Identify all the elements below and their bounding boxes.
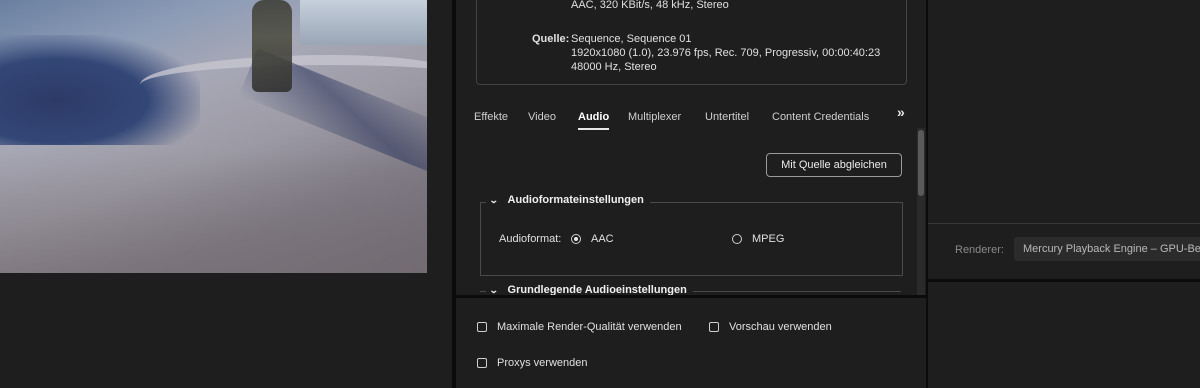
radio-mpeg[interactable] bbox=[732, 234, 742, 244]
tab-video[interactable]: Video bbox=[528, 111, 556, 128]
tab-audio[interactable]: Audio bbox=[578, 111, 610, 130]
renderer-label: Renderer: bbox=[955, 244, 1004, 256]
match-source-button[interactable]: Mit Quelle abgleichen bbox=[766, 153, 902, 177]
right-panel-separator bbox=[928, 279, 1200, 282]
radio-aac-label[interactable]: AAC bbox=[591, 233, 614, 245]
chevron-down-icon[interactable]: ⌄ bbox=[489, 285, 499, 296]
audio-format-section-header[interactable]: ⌄ Audioformateinstellungen bbox=[486, 194, 650, 206]
summary-source-name: Sequence, Sequence 01 bbox=[571, 33, 692, 45]
summary-source-audio: 48000 Hz, Stereo bbox=[571, 61, 657, 73]
audio-format-section-title: Audioformateinstellungen bbox=[507, 194, 644, 206]
right-panel-divider bbox=[928, 223, 1200, 224]
summary-source-video: 1920x1080 (1.0), 23.976 fps, Rec. 709, P… bbox=[571, 47, 881, 59]
panel-divider-left[interactable] bbox=[452, 0, 456, 388]
tab-effekte[interactable]: Effekte bbox=[474, 111, 508, 128]
panel-separator bbox=[456, 295, 926, 298]
panel-divider-right[interactable] bbox=[926, 0, 928, 388]
double-chevron-right-icon[interactable]: » bbox=[897, 104, 905, 120]
summary-source-label: Quelle: bbox=[532, 33, 570, 45]
preview-skater bbox=[252, 0, 292, 92]
summary-output-audio: AAC, 320 KBit/s, 48 kHz, Stereo bbox=[571, 0, 729, 11]
use-preview-checkbox[interactable] bbox=[709, 322, 719, 332]
use-proxies-label[interactable]: Proxys verwenden bbox=[497, 357, 588, 369]
video-preview bbox=[0, 0, 427, 273]
renderer-select[interactable]: Mercury Playback Engine – GPU-Beschleuni… bbox=[1014, 237, 1200, 261]
tab-untertitel[interactable]: Untertitel bbox=[705, 111, 749, 128]
radio-mpeg-label[interactable]: MPEG bbox=[752, 233, 784, 245]
chevron-down-icon[interactable]: ⌄ bbox=[489, 195, 499, 206]
use-preview-label[interactable]: Vorschau verwenden bbox=[729, 321, 832, 333]
radio-aac[interactable] bbox=[571, 234, 581, 244]
tab-content-credentials[interactable]: Content Credentials bbox=[772, 111, 869, 128]
max-render-quality-label[interactable]: Maximale Render-Qualität verwenden bbox=[497, 321, 682, 333]
audio-format-label: Audioformat: bbox=[499, 233, 562, 245]
settings-scrollbar-thumb[interactable] bbox=[918, 130, 924, 196]
use-proxies-checkbox[interactable] bbox=[477, 358, 487, 368]
max-render-quality-checkbox[interactable] bbox=[477, 322, 487, 332]
preview-floor bbox=[0, 150, 427, 273]
preview-sky bbox=[300, 0, 427, 45]
tab-multiplexer[interactable]: Multiplexer bbox=[628, 111, 681, 128]
